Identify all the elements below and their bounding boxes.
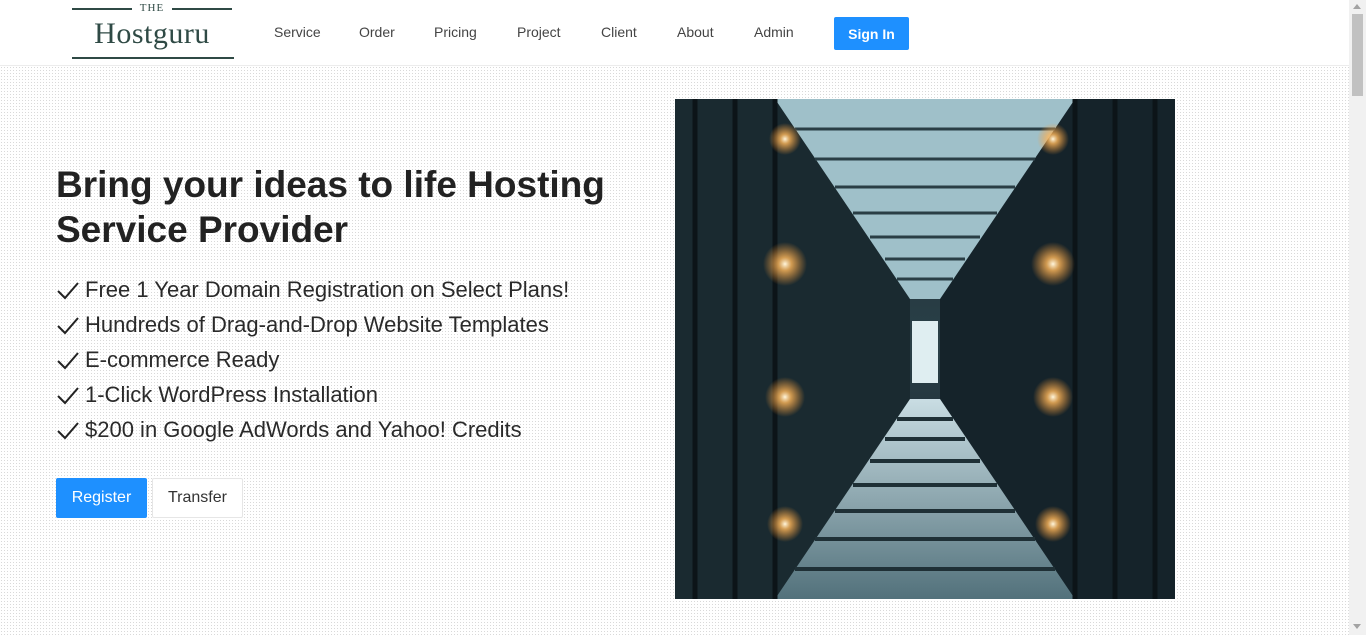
page-scrollbar[interactable] <box>1349 0 1366 635</box>
nav-link-order[interactable]: Order <box>359 24 395 40</box>
check-icon <box>57 421 79 439</box>
nav-link-project[interactable]: Project <box>517 24 561 40</box>
nav-link-client[interactable]: Client <box>601 24 637 40</box>
feature-text: Free 1 Year Domain Registration on Selec… <box>85 276 570 302</box>
feature-text: Hundreds of Drag-and-Drop Website Templa… <box>85 311 549 337</box>
check-icon <box>57 281 79 299</box>
logo-line-bottom <box>72 57 234 59</box>
logo-line-right <box>172 8 232 10</box>
nav-link-admin[interactable]: Admin <box>754 24 794 40</box>
feature-item: Free 1 Year Domain Registration on Selec… <box>56 272 569 307</box>
feature-text: 1-Click WordPress Installation <box>85 381 379 407</box>
top-navbar: THE Hostguru Service Order Pricing Proje… <box>0 0 1349 66</box>
sign-in-button[interactable]: Sign In <box>834 17 909 50</box>
check-icon <box>57 316 79 334</box>
feature-text: E-commerce Ready <box>85 346 280 372</box>
feature-list: Free 1 Year Domain Registration on Selec… <box>56 272 569 447</box>
hero-title: Bring your ideas to life Hosting Service… <box>56 164 605 250</box>
nav-link-about[interactable]: About <box>677 24 714 40</box>
nav-link-service[interactable]: Service <box>274 24 321 40</box>
feature-item: 1-Click WordPress Installation <box>56 377 569 412</box>
transfer-button[interactable]: Transfer <box>152 478 243 518</box>
nav-link-pricing[interactable]: Pricing <box>434 24 477 40</box>
scroll-down-arrow-icon[interactable] <box>1353 624 1361 629</box>
feature-item: Hundreds of Drag-and-Drop Website Templa… <box>56 307 569 342</box>
server-corridor-image <box>675 99 1175 599</box>
logo-the-row: THE <box>70 2 234 15</box>
register-button[interactable]: Register <box>56 478 147 518</box>
logo-the-text: THE <box>139 2 165 14</box>
feature-item: $200 in Google AdWords and Yahoo! Credit… <box>56 412 569 447</box>
feature-item: E-commerce Ready <box>56 342 569 377</box>
logo-brand-text: Hostguru <box>94 17 210 50</box>
check-icon <box>57 386 79 404</box>
feature-text: $200 in Google AdWords and Yahoo! Credit… <box>85 416 522 442</box>
scroll-thumb[interactable] <box>1352 14 1363 96</box>
logo-line-left <box>72 8 132 10</box>
scroll-up-arrow-icon[interactable] <box>1353 4 1361 9</box>
site-logo[interactable]: THE Hostguru <box>70 2 234 61</box>
check-icon <box>57 351 79 369</box>
